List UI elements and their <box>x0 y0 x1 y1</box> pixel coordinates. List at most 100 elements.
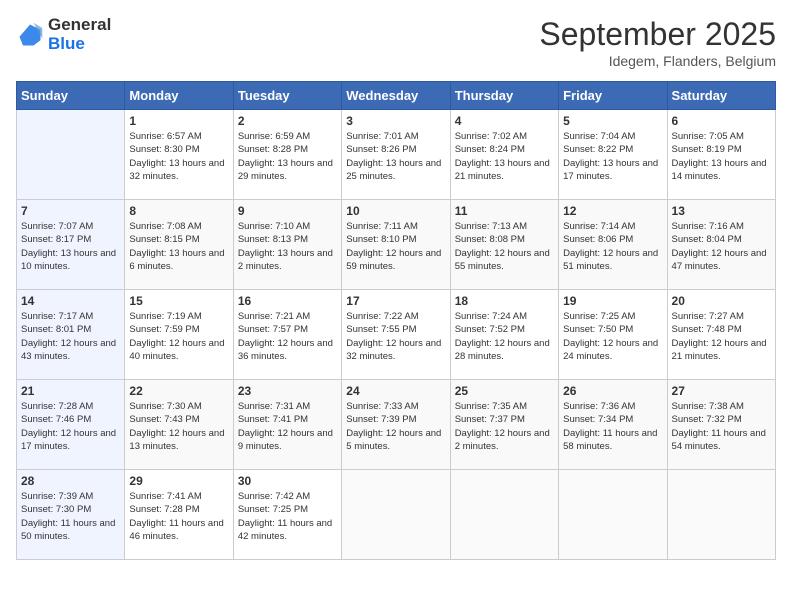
logo-icon <box>16 21 44 49</box>
calendar-day-cell: 5Sunrise: 7:04 AMSunset: 8:22 PMDaylight… <box>559 110 667 200</box>
day-info: Sunrise: 7:01 AMSunset: 8:26 PMDaylight:… <box>346 130 445 183</box>
day-number: 6 <box>672 114 771 128</box>
calendar-day-cell: 2 Sunrise: 6:59 AMSunset: 8:28 PMDaylight… <box>233 110 341 200</box>
calendar-day-cell: 29 Sunrise: 7:41 AMSunset: 7:28 PMDayligh… <box>125 470 233 560</box>
day-number: 2 <box>238 114 337 128</box>
calendar-day-cell: 1 Sunrise: 6:57 AMSunset: 8:30 PMDaylight… <box>125 110 233 200</box>
calendar-day-cell <box>342 470 450 560</box>
weekday-header: Thursday <box>450 82 558 110</box>
day-number: 14 <box>21 294 120 308</box>
day-number: 4 <box>455 114 554 128</box>
day-info: Sunrise: 7:28 AMSunset: 7:46 PMDaylight:… <box>21 400 120 453</box>
calendar-day-cell: 17 Sunrise: 7:22 AMSunset: 7:55 PMDayligh… <box>342 290 450 380</box>
weekday-header: Monday <box>125 82 233 110</box>
day-info: Sunrise: 7:19 AMSunset: 7:59 PMDaylight:… <box>129 310 228 363</box>
calendar-day-cell: 3 Sunrise: 7:01 AMSunset: 8:26 PMDaylight… <box>342 110 450 200</box>
month-year: September 2025 <box>539 16 776 53</box>
day-info: Sunrise: 7:11 AMSunset: 8:10 PMDaylight:… <box>346 220 445 273</box>
calendar-day-cell: 30 Sunrise: 7:42 AMSunset: 7:25 PMDayligh… <box>233 470 341 560</box>
calendar-day-cell: 18 Sunrise: 7:24 AMSunset: 7:52 PMDayligh… <box>450 290 558 380</box>
calendar-day-cell: 27Sunrise: 7:38 AMSunset: 7:32 PMDayligh… <box>667 380 775 470</box>
day-number: 3 <box>346 114 445 128</box>
day-info: Sunrise: 7:21 AMSunset: 7:57 PMDaylight:… <box>238 310 337 363</box>
calendar-week-row: 14Sunrise: 7:17 AMSunset: 8:01 PMDayligh… <box>17 290 776 380</box>
title-area: September 2025 Idegem, Flanders, Belgium <box>539 16 776 69</box>
calendar-day-cell: 13 Sunrise: 7:16 AMSunset: 8:04 PMDayligh… <box>667 200 775 290</box>
weekday-header: Saturday <box>667 82 775 110</box>
day-number: 19 <box>563 294 662 308</box>
day-number: 21 <box>21 384 120 398</box>
page-header: General Blue September 2025 Idegem, Flan… <box>16 16 776 69</box>
logo: General Blue <box>16 16 111 53</box>
day-info: Sunrise: 7:31 AMSunset: 7:41 PMDaylight:… <box>238 400 337 453</box>
day-number: 28 <box>21 474 120 488</box>
calendar-day-cell: 6Sunrise: 7:05 AMSunset: 8:19 PMDaylight… <box>667 110 775 200</box>
day-info: Sunrise: 7:35 AMSunset: 7:37 PMDaylight:… <box>455 400 554 453</box>
day-number: 5 <box>563 114 662 128</box>
calendar-day-cell: 22Sunrise: 7:30 AMSunset: 7:43 PMDayligh… <box>125 380 233 470</box>
logo-blue-text: Blue <box>48 35 111 54</box>
calendar-day-cell: 23 Sunrise: 7:31 AMSunset: 7:41 PMDayligh… <box>233 380 341 470</box>
calendar-day-cell: 14Sunrise: 7:17 AMSunset: 8:01 PMDayligh… <box>17 290 125 380</box>
weekday-row: SundayMondayTuesdayWednesdayThursdayFrid… <box>17 82 776 110</box>
calendar-day-cell <box>17 110 125 200</box>
day-number: 17 <box>346 294 445 308</box>
location: Idegem, Flanders, Belgium <box>539 53 776 69</box>
calendar-day-cell: 16 Sunrise: 7:21 AMSunset: 7:57 PMDayligh… <box>233 290 341 380</box>
day-info: Sunrise: 7:30 AMSunset: 7:43 PMDaylight:… <box>129 400 228 453</box>
calendar-day-cell: 19 Sunrise: 7:25 AMSunset: 7:50 PMDayligh… <box>559 290 667 380</box>
calendar-week-row: 28 Sunrise: 7:39 AMSunset: 7:30 PMDayligh… <box>17 470 776 560</box>
day-info: Sunrise: 7:13 AMSunset: 8:08 PMDaylight:… <box>455 220 554 273</box>
day-info: Sunrise: 7:36 AMSunset: 7:34 PMDaylight:… <box>563 400 662 453</box>
day-number: 13 <box>672 204 771 218</box>
calendar-day-cell <box>559 470 667 560</box>
day-info: Sunrise: 6:59 AMSunset: 8:28 PMDaylight:… <box>238 130 337 183</box>
calendar-day-cell: 25 Sunrise: 7:35 AMSunset: 7:37 PMDayligh… <box>450 380 558 470</box>
calendar-week-row: 1 Sunrise: 6:57 AMSunset: 8:30 PMDaylight… <box>17 110 776 200</box>
weekday-header: Friday <box>559 82 667 110</box>
day-info: Sunrise: 7:39 AMSunset: 7:30 PMDaylight:… <box>21 490 120 543</box>
day-number: 30 <box>238 474 337 488</box>
day-info: Sunrise: 7:33 AMSunset: 7:39 PMDaylight:… <box>346 400 445 453</box>
day-info: Sunrise: 7:07 AMSunset: 8:17 PMDaylight:… <box>21 220 120 273</box>
calendar-body: 1 Sunrise: 6:57 AMSunset: 8:30 PMDaylight… <box>17 110 776 560</box>
day-info: Sunrise: 7:10 AMSunset: 8:13 PMDaylight:… <box>238 220 337 273</box>
day-info: Sunrise: 7:14 AMSunset: 8:06 PMDaylight:… <box>563 220 662 273</box>
calendar-day-cell: 26Sunrise: 7:36 AMSunset: 7:34 PMDayligh… <box>559 380 667 470</box>
weekday-header: Tuesday <box>233 82 341 110</box>
weekday-header: Wednesday <box>342 82 450 110</box>
calendar-day-cell: 10Sunrise: 7:11 AMSunset: 8:10 PMDayligh… <box>342 200 450 290</box>
day-number: 1 <box>129 114 228 128</box>
day-info: Sunrise: 7:42 AMSunset: 7:25 PMDaylight:… <box>238 490 337 543</box>
calendar-day-cell: 24Sunrise: 7:33 AMSunset: 7:39 PMDayligh… <box>342 380 450 470</box>
day-number: 29 <box>129 474 228 488</box>
day-info: Sunrise: 7:16 AMSunset: 8:04 PMDaylight:… <box>672 220 771 273</box>
day-number: 25 <box>455 384 554 398</box>
day-info: Sunrise: 7:38 AMSunset: 7:32 PMDaylight:… <box>672 400 771 453</box>
day-number: 9 <box>238 204 337 218</box>
calendar-day-cell: 15Sunrise: 7:19 AMSunset: 7:59 PMDayligh… <box>125 290 233 380</box>
calendar-week-row: 21 Sunrise: 7:28 AMSunset: 7:46 PMDayligh… <box>17 380 776 470</box>
day-info: Sunrise: 7:41 AMSunset: 7:28 PMDaylight:… <box>129 490 228 543</box>
weekday-header: Sunday <box>17 82 125 110</box>
logo-text: General Blue <box>48 16 111 53</box>
calendar-table: SundayMondayTuesdayWednesdayThursdayFrid… <box>16 81 776 560</box>
day-info: Sunrise: 7:02 AMSunset: 8:24 PMDaylight:… <box>455 130 554 183</box>
day-info: Sunrise: 6:57 AMSunset: 8:30 PMDaylight:… <box>129 130 228 183</box>
calendar-day-cell: 28 Sunrise: 7:39 AMSunset: 7:30 PMDayligh… <box>17 470 125 560</box>
calendar-week-row: 7Sunrise: 7:07 AMSunset: 8:17 PMDaylight… <box>17 200 776 290</box>
calendar-day-cell: 11Sunrise: 7:13 AMSunset: 8:08 PMDayligh… <box>450 200 558 290</box>
day-number: 16 <box>238 294 337 308</box>
logo-general-text: General <box>48 16 111 35</box>
day-info: Sunrise: 7:24 AMSunset: 7:52 PMDaylight:… <box>455 310 554 363</box>
day-info: Sunrise: 7:22 AMSunset: 7:55 PMDaylight:… <box>346 310 445 363</box>
day-number: 18 <box>455 294 554 308</box>
day-info: Sunrise: 7:25 AMSunset: 7:50 PMDaylight:… <box>563 310 662 363</box>
calendar-day-cell <box>667 470 775 560</box>
day-number: 23 <box>238 384 337 398</box>
calendar-day-cell: 4 Sunrise: 7:02 AMSunset: 8:24 PMDaylight… <box>450 110 558 200</box>
day-number: 12 <box>563 204 662 218</box>
calendar-day-cell: 20Sunrise: 7:27 AMSunset: 7:48 PMDayligh… <box>667 290 775 380</box>
calendar-day-cell: 7Sunrise: 7:07 AMSunset: 8:17 PMDaylight… <box>17 200 125 290</box>
day-number: 8 <box>129 204 228 218</box>
